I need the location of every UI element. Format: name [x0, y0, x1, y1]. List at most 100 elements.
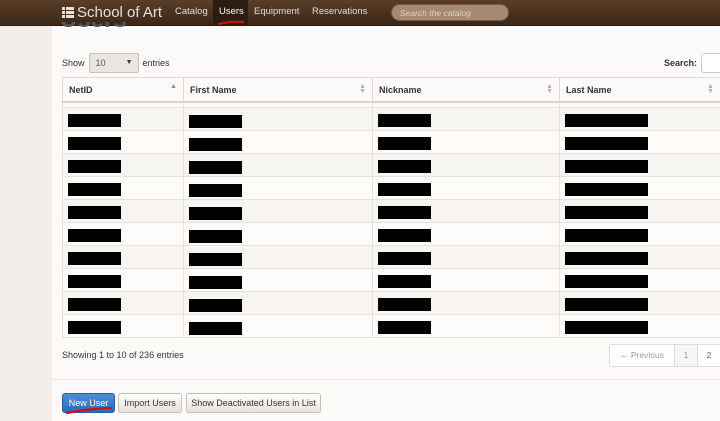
redacted-block [68, 113, 121, 127]
column-header-nickname[interactable]: Nickname ▲ ▼ [372, 77, 560, 103]
table-cell [372, 107, 560, 131]
redacted-block [68, 274, 121, 288]
users-table: NetID ▲ First Name ▲ ▼ Nickname ▲ ▼ Last Name… [62, 77, 720, 338]
redacted-block [68, 297, 121, 311]
column-header-last-name[interactable]: Last Name ▲ ▼ [559, 77, 720, 103]
redacted-block [189, 230, 242, 243]
table-cell [372, 291, 560, 315]
table-row[interactable] [62, 268, 720, 292]
table-row[interactable] [62, 314, 720, 338]
redacted-block [565, 182, 648, 196]
redacted-block [565, 320, 648, 334]
show-deactivated-users-button[interactable]: Show Deactivated Users in List [186, 393, 321, 413]
table-cell [372, 245, 560, 269]
nav-link-users[interactable]: Users [219, 6, 244, 17]
pagination: ← Previous 1 2 [609, 344, 720, 367]
footer-divider [52, 379, 720, 380]
redacted-block [189, 207, 242, 220]
redacted-block [565, 205, 648, 219]
table-row[interactable] [62, 222, 720, 246]
table-cell [183, 130, 373, 154]
table-cell [183, 245, 373, 269]
column-header-netid[interactable]: NetID ▲ [62, 77, 184, 103]
redacted-block [68, 320, 121, 334]
table-row[interactable] [62, 245, 720, 269]
table-info: Showing 1 to 10 of 236 entries [62, 350, 184, 360]
table-cell [559, 199, 720, 223]
table-cell [183, 222, 373, 246]
catalog-search-input[interactable] [391, 4, 509, 21]
redacted-block [378, 274, 431, 288]
column-header-first-name[interactable]: First Name ▲ ▼ [183, 77, 373, 103]
sort-icon: ▲ ▼ [707, 83, 714, 95]
nav-link-equipment[interactable]: Equipment [254, 6, 299, 17]
redacted-block [378, 297, 431, 311]
redacted-block [378, 205, 431, 219]
redacted-block [68, 182, 121, 196]
redacted-block [189, 184, 242, 197]
table-cell [559, 268, 720, 292]
table-cell [372, 268, 560, 292]
redacted-block [378, 113, 431, 127]
entries-length-select[interactable]: 10 ▼ [88, 53, 139, 73]
table-row[interactable] [62, 291, 720, 315]
table-cell [559, 314, 720, 338]
table-cell [559, 222, 720, 246]
table-cell [183, 314, 373, 338]
table-cell [62, 199, 184, 223]
table-cell [183, 153, 373, 177]
table-row[interactable] [62, 176, 720, 200]
table-row[interactable] [62, 153, 720, 177]
table-cell [372, 222, 560, 246]
sort-ascending-icon: ▲ [170, 83, 177, 90]
table-cell [559, 107, 720, 131]
pagination-page-1[interactable]: 1 [675, 344, 698, 367]
table-search-input[interactable] [701, 53, 720, 73]
table-cell [559, 245, 720, 269]
table-cell [372, 153, 560, 177]
length-select-value: 10 [95, 58, 106, 68]
chevron-down-icon: ▼ [125, 59, 133, 66]
pagination-previous-button[interactable]: ← Previous [609, 344, 675, 367]
list-icon [62, 6, 74, 18]
redacted-block [68, 228, 121, 242]
redacted-block [378, 320, 431, 334]
brand-name: School of Art [77, 3, 163, 21]
nav-link-reservations[interactable]: Reservations [312, 6, 367, 17]
table-cell [62, 176, 184, 200]
redacted-block [565, 274, 648, 288]
table-cell [559, 291, 720, 315]
page-title-clipped: Users [60, 22, 140, 30]
redacted-block [189, 161, 242, 174]
table-cell [559, 130, 720, 154]
table-cell [62, 153, 184, 177]
brand-logo[interactable]: School of Art [62, 3, 162, 21]
table-row[interactable] [62, 107, 720, 131]
redacted-block [378, 228, 431, 242]
import-users-button[interactable]: Import Users [118, 393, 182, 413]
table-cell [62, 291, 184, 315]
table-search-label: Search: [664, 58, 698, 68]
table-cell [183, 176, 373, 200]
redacted-block [565, 113, 648, 127]
table-row[interactable] [62, 199, 720, 223]
redacted-block [378, 251, 431, 265]
entries-length-control: Show 10 ▼ entries [62, 53, 170, 73]
redacted-block [189, 299, 242, 312]
redacted-block [68, 251, 121, 265]
redacted-block [378, 136, 431, 150]
length-label-show: Show [62, 58, 85, 68]
table-cell [62, 268, 184, 292]
table-cell [62, 314, 184, 338]
nav-link-catalog[interactable]: Catalog [175, 6, 208, 17]
table-cell [62, 107, 184, 131]
table-cell [62, 245, 184, 269]
table-cell [372, 314, 560, 338]
table-cell [372, 176, 560, 200]
table-cell [62, 222, 184, 246]
table-row[interactable] [62, 130, 720, 154]
table-search: Search: [664, 53, 720, 73]
pagination-page-2[interactable]: 2 [698, 344, 720, 367]
redacted-block [68, 159, 121, 173]
redacted-block [565, 251, 648, 265]
